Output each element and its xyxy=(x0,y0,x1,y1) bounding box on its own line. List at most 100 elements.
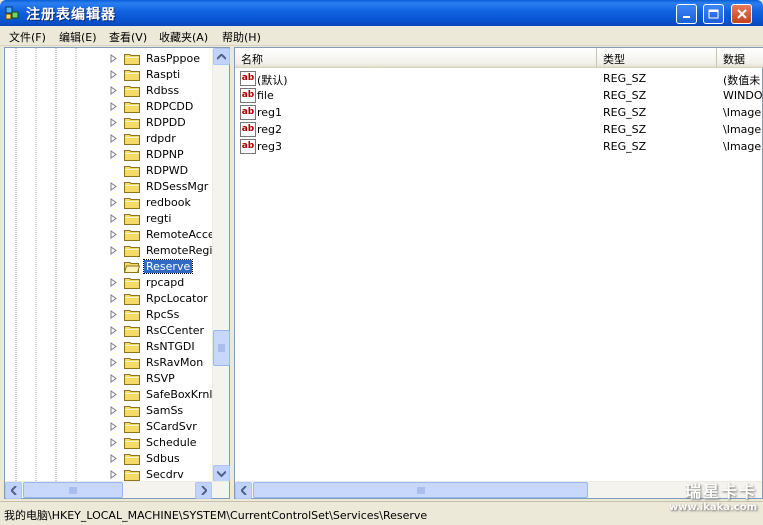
tree-item[interactable]: rpcapd xyxy=(109,274,186,290)
folder-icon xyxy=(124,356,140,369)
tree-item[interactable]: RsRavMon xyxy=(109,354,205,370)
expand-arrow-icon[interactable] xyxy=(109,85,118,95)
expand-arrow-icon[interactable] xyxy=(109,149,118,159)
folder-icon xyxy=(124,164,140,177)
expand-arrow-icon[interactable] xyxy=(109,133,118,143)
chevron-left-icon xyxy=(240,486,247,495)
tree-item[interactable]: RSVP xyxy=(109,370,177,386)
menu-edit[interactable]: 编辑(E) xyxy=(59,29,97,45)
menu-view[interactable]: 查看(V) xyxy=(109,29,147,45)
tree-item-label: RasPppoe xyxy=(146,51,200,65)
tree-item[interactable]: RDPDD xyxy=(109,114,188,130)
expand-arrow-icon[interactable] xyxy=(109,277,118,287)
expand-arrow-icon[interactable] xyxy=(109,357,118,367)
values-list[interactable]: 名称 类型 数据 ab (默认) REG_SZ (数值未 ab file REG_SZ WIN… xyxy=(234,47,763,499)
value-type: REG_SZ xyxy=(603,123,647,136)
expand-arrow-icon[interactable] xyxy=(109,405,118,415)
tree-item[interactable]: Raspti xyxy=(109,66,182,82)
column-type[interactable]: 类型 xyxy=(597,48,717,67)
expand-arrow-icon[interactable] xyxy=(109,421,118,431)
expand-arrow-icon[interactable] xyxy=(109,53,118,63)
value-row[interactable]: abreg1 REG_SZ \Image I xyxy=(239,104,763,121)
tree-item[interactable]: SCardSvr xyxy=(109,418,199,434)
grip-icon xyxy=(69,486,77,494)
expand-arrow-icon[interactable] xyxy=(109,69,118,79)
expand-arrow-icon[interactable] xyxy=(109,229,118,239)
grip-icon xyxy=(417,486,424,494)
expand-arrow-icon[interactable] xyxy=(109,293,118,303)
tree-vertical-scrollbar[interactable] xyxy=(212,48,230,482)
tree-item[interactable]: redbook xyxy=(109,194,193,210)
tree-item[interactable]: RsCCenter xyxy=(109,322,206,338)
expand-arrow-icon[interactable] xyxy=(109,213,118,223)
expand-arrow-icon[interactable] xyxy=(109,325,118,335)
scroll-down-button[interactable] xyxy=(213,465,230,482)
tree-item[interactable]: RemoteAccess xyxy=(109,226,228,242)
tree-vscroll-thumb[interactable] xyxy=(213,330,230,366)
folder-icon xyxy=(124,340,140,353)
tree-item[interactable]: RsNTGDI xyxy=(109,338,197,354)
menu-favorites[interactable]: 收藏夹(A) xyxy=(159,29,208,45)
tree-hscroll-thumb[interactable] xyxy=(23,482,123,498)
tree-item[interactable]: RDPNP xyxy=(109,146,186,162)
expand-arrow-icon[interactable] xyxy=(109,373,118,383)
tree-item[interactable]: regti xyxy=(109,210,173,226)
tree-item[interactable]: SafeBoxKrnl xyxy=(109,386,214,402)
value-row[interactable]: abreg3 REG_SZ \Image I xyxy=(239,138,763,155)
value-row[interactable]: abfile REG_SZ WINDOW xyxy=(239,87,763,104)
tree-item[interactable]: RpcLocator xyxy=(109,290,210,306)
tree-item[interactable]: Reserve xyxy=(109,258,194,274)
tree-item[interactable]: rdpdr xyxy=(109,130,178,146)
registry-tree[interactable]: RasPppoe Raspti Rdbss RDPCDD RDPDD rdpdr RDPNP… xyxy=(4,47,230,499)
scroll-left-button[interactable] xyxy=(5,482,22,499)
minimize-button[interactable] xyxy=(676,4,697,24)
close-button[interactable] xyxy=(731,4,752,24)
expand-arrow-icon[interactable] xyxy=(109,245,118,255)
expand-arrow-icon[interactable] xyxy=(109,437,118,447)
tree-item-label: redbook xyxy=(146,195,191,209)
folder-icon xyxy=(124,276,140,289)
tree-item[interactable]: RDPCDD xyxy=(109,98,195,114)
tree-guide-lines xyxy=(15,48,77,482)
value-type: REG_SZ xyxy=(603,106,647,119)
chevron-left-icon xyxy=(10,486,17,495)
menu-file[interactable]: 文件(F) xyxy=(9,29,46,45)
folder-icon xyxy=(124,244,140,257)
maximize-button[interactable] xyxy=(703,4,724,24)
tree-item[interactable]: RemoteRegist xyxy=(109,242,224,258)
tree-item[interactable]: RpcSs xyxy=(109,306,181,322)
tree-item[interactable]: Secdrv xyxy=(109,466,186,482)
title-bar: 注册表编辑器 xyxy=(0,0,763,26)
scroll-right-button[interactable] xyxy=(195,482,212,499)
column-data[interactable]: 数据 xyxy=(717,48,763,67)
tree-item-label: Sdbus xyxy=(146,451,180,465)
expand-arrow-icon[interactable] xyxy=(109,309,118,319)
expand-arrow-icon[interactable] xyxy=(109,389,118,399)
expand-arrow-icon[interactable] xyxy=(109,197,118,207)
chevron-right-icon xyxy=(200,486,207,495)
expand-arrow-icon[interactable] xyxy=(109,101,118,111)
menu-help[interactable]: 帮助(H) xyxy=(222,29,261,45)
column-name[interactable]: 名称 xyxy=(235,48,597,67)
tree-item[interactable]: RDSessMgr xyxy=(109,178,210,194)
expand-arrow-icon[interactable] xyxy=(109,117,118,127)
tree-item[interactable]: RDPWD xyxy=(109,162,190,178)
list-hscroll-thumb[interactable] xyxy=(253,482,588,498)
minimize-icon xyxy=(682,16,690,18)
tree-item[interactable]: SamSs xyxy=(109,402,185,418)
value-row[interactable]: abreg2 REG_SZ \Image I xyxy=(239,121,763,138)
tree-item[interactable]: Rdbss xyxy=(109,82,181,98)
tree-item[interactable]: Sdbus xyxy=(109,450,182,466)
value-row[interactable]: ab (默认) REG_SZ (数值未 xyxy=(239,70,763,87)
folder-icon xyxy=(124,148,140,161)
expand-arrow-icon[interactable] xyxy=(109,341,118,351)
tree-horizontal-scrollbar[interactable] xyxy=(5,481,229,499)
expand-arrow-icon[interactable] xyxy=(109,453,118,463)
folder-icon xyxy=(124,52,140,65)
scroll-up-button[interactable] xyxy=(213,48,230,65)
tree-item[interactable]: RasPppoe xyxy=(109,50,202,66)
expand-arrow-icon[interactable] xyxy=(109,181,118,191)
expand-arrow-icon[interactable] xyxy=(109,469,118,479)
scroll-left-button[interactable] xyxy=(235,482,252,499)
tree-item[interactable]: Schedule xyxy=(109,434,199,450)
